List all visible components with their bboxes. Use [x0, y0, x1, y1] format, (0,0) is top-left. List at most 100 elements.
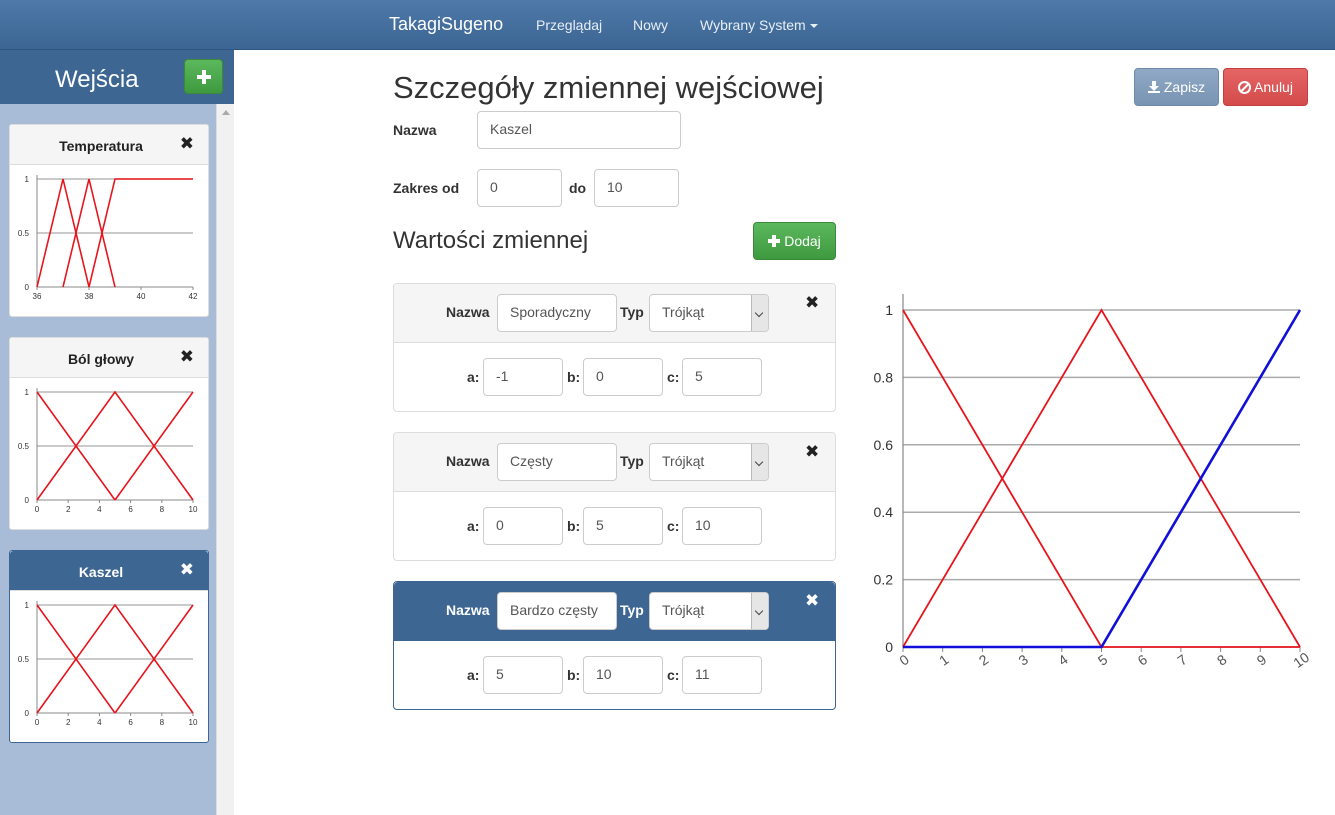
input-card-header: Ból głowy ✖ — [10, 338, 208, 378]
y-tick-label: 1 — [25, 388, 30, 397]
param-a-input[interactable]: 0 — [483, 507, 563, 545]
input-card-title: Kaszel — [78, 564, 124, 580]
x-tick-label: 2 — [66, 505, 71, 514]
close-icon[interactable]: ✖ — [180, 347, 194, 367]
y-tick-label: 0 — [25, 709, 30, 718]
nav-browse-link[interactable]: Przeglądaj — [536, 17, 602, 33]
input-card-header: Temperatura ✖ — [10, 125, 208, 165]
x-tick-label: 10 — [189, 718, 198, 727]
x-tick-label: 4 — [97, 718, 102, 727]
close-icon[interactable]: ✖ — [180, 560, 194, 580]
range-to-input[interactable]: 10 — [594, 169, 679, 207]
sidebar-scrollbar[interactable] — [216, 104, 234, 815]
series-line-3 — [903, 309, 1302, 649]
param-b-label: b: — [567, 667, 581, 683]
value-name-label: Nazwa — [446, 304, 490, 320]
name-input[interactable]: Kaszel — [477, 111, 681, 149]
param-c-input[interactable]: 5 — [682, 358, 762, 396]
y-tick-label: 0.2 — [874, 572, 894, 588]
value-card-czesty: Nazwa Częsty Typ Trójkąt ✖ a: 0 b: 5 c: … — [393, 432, 836, 561]
value-type-label: Typ — [620, 304, 644, 320]
x-tick-label: 0 — [35, 718, 40, 727]
x-tick-label: 0 — [896, 651, 912, 669]
value-name-input[interactable]: Bardzo częsty — [497, 592, 617, 630]
cancel-label: Anuluj — [1254, 79, 1293, 95]
x-tick-label: 7 — [1174, 651, 1190, 669]
chevron-down-icon — [751, 593, 768, 629]
page-title: Szczegóły zmiennej wejściowej — [393, 70, 824, 105]
save-button[interactable]: Zapisz — [1134, 68, 1219, 106]
x-tick-label: 2 — [66, 718, 71, 727]
add-value-button[interactable]: Dodaj — [753, 222, 836, 260]
value-type-label: Typ — [620, 453, 644, 469]
x-tick-label: 42 — [189, 292, 198, 301]
y-tick-label: 1 — [885, 302, 893, 318]
y-tick-label: 0.5 — [18, 442, 30, 451]
input-card-title: Ból głowy — [67, 351, 135, 367]
input-card-bol-glowy[interactable]: Ból głowy ✖ 1 0.5 0 0 2 4 6 8 10 — [9, 337, 209, 530]
nav-selected-system-dropdown[interactable]: Wybrany System — [700, 17, 818, 33]
x-tick-label: 4 — [97, 505, 102, 514]
close-icon[interactable]: ✖ — [805, 293, 819, 313]
input-card-temperatura[interactable]: Temperatura ✖ 1 0.5 0 36 38 40 42 — [9, 124, 209, 317]
nav-new-link[interactable]: Nowy — [633, 17, 668, 33]
input-card-kaszel[interactable]: Kaszel ✖ 1 0.5 0 0 2 4 6 8 10 — [9, 550, 209, 743]
sidebar: Wejścia Temperatura ✖ 1 0.5 0 36 38 40 42 Ból … — [0, 50, 234, 815]
y-tick-label: 0.4 — [874, 504, 894, 520]
mini-chart: 1 0.5 00 2 4 6 8 10 — [18, 601, 198, 727]
close-icon[interactable]: ✖ — [805, 442, 819, 462]
cancel-button[interactable]: Anuluj — [1223, 68, 1308, 106]
x-tick-label: 3 — [1015, 651, 1031, 669]
plus-icon — [768, 235, 781, 247]
nav-selected-system-label: Wybrany System — [700, 17, 806, 33]
param-b-label: b: — [567, 369, 581, 385]
value-name-label: Nazwa — [446, 453, 490, 469]
brand-link[interactable]: TakagiSugeno — [389, 14, 503, 35]
value-type-select[interactable]: Trójkąt — [649, 592, 769, 630]
save-label: Zapisz — [1163, 79, 1206, 95]
x-tick-label: 38 — [85, 292, 94, 301]
add-label: Dodaj — [784, 233, 821, 249]
x-tick-label: 1 — [936, 651, 952, 669]
value-name-input[interactable]: Częsty — [497, 443, 617, 481]
value-name-input[interactable]: Sporadyczny — [497, 294, 617, 332]
range-from-label: Zakres od — [393, 180, 460, 196]
param-c-label: c: — [667, 369, 680, 385]
x-tick-label: 5 — [1095, 651, 1111, 669]
mini-chart: 1 0.5 00 2 4 6 8 10 — [18, 388, 198, 514]
value-name-label: Nazwa — [446, 602, 490, 618]
y-tick-label: 0 — [25, 283, 30, 292]
x-tick-label: 36 — [33, 292, 42, 301]
add-input-button[interactable] — [184, 59, 223, 94]
scroll-up-icon[interactable] — [222, 110, 230, 115]
caret-down-icon — [809, 24, 818, 29]
x-tick-label: 9 — [1254, 651, 1270, 669]
y-tick-label: 0 — [885, 639, 893, 655]
param-b-input[interactable]: 10 — [583, 656, 663, 694]
x-tick-label: 2 — [976, 651, 992, 669]
value-card-header: Nazwa Częsty Typ Trójkąt ✖ — [394, 433, 835, 492]
param-c-input[interactable]: 10 — [682, 507, 762, 545]
close-icon[interactable]: ✖ — [805, 591, 819, 611]
param-b-input[interactable]: 5 — [583, 507, 663, 545]
value-type-select[interactable]: Trójkąt — [649, 294, 769, 332]
input-card-title: Temperatura — [59, 138, 143, 154]
x-tick-label: 8 — [160, 718, 165, 727]
param-b-input[interactable]: 0 — [583, 358, 663, 396]
y-tick-label: 0.5 — [18, 229, 30, 238]
param-c-input[interactable]: 11 — [682, 656, 762, 694]
y-tick-label: 0 — [25, 496, 30, 505]
y-tick-label: 1 — [25, 601, 30, 610]
input-card-header: Kaszel ✖ — [10, 551, 208, 591]
param-a-label: a: — [467, 518, 480, 534]
x-tick-label: 6 — [128, 505, 133, 514]
value-type-selected: Trójkąt — [662, 602, 705, 618]
range-from-input[interactable]: 0 — [477, 169, 562, 207]
close-icon[interactable]: ✖ — [180, 134, 194, 154]
value-type-label: Typ — [620, 602, 644, 618]
series-line-2 — [902, 308, 1301, 648]
x-tick-label: 6 — [128, 718, 133, 727]
param-a-input[interactable]: -1 — [483, 358, 563, 396]
value-type-select[interactable]: Trójkąt — [649, 443, 769, 481]
param-a-input[interactable]: 5 — [483, 656, 563, 694]
